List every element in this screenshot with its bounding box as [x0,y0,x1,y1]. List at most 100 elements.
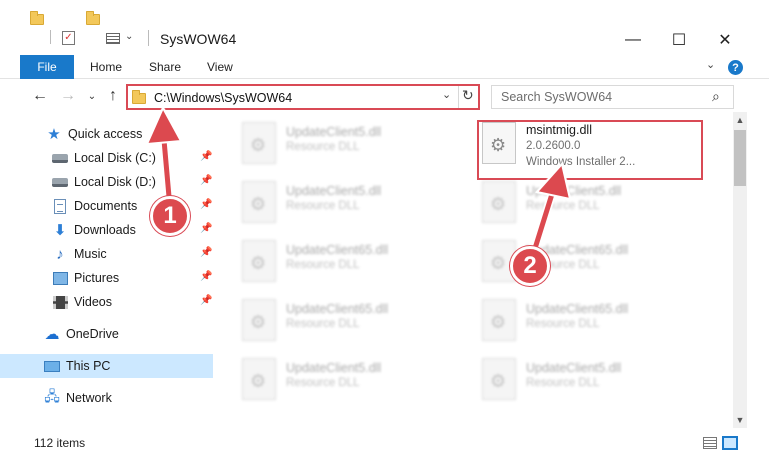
forward-button[interactable]: → [58,86,78,106]
scroll-down-icon[interactable]: ▼ [733,412,747,428]
item-count: 112 items [34,436,86,450]
sidebar-item-label: Network [66,391,112,405]
dll-file-icon [482,181,516,223]
address-separator [458,86,459,108]
file-type: Resource DLL [526,200,600,212]
navigation-pane: ★ Quick access Local Disk (C:) 📌 Local D… [0,118,213,424]
search-box[interactable]: Search SysWOW64 ⌕ [491,85,734,109]
dll-file-icon [242,240,276,282]
sidebar-item-label: OneDrive [66,327,119,341]
dll-file-icon [242,358,276,400]
folder-icon [132,89,146,104]
file-name: UpdateClient5.dll [286,184,382,198]
file-item[interactable]: UpdateClient5.dll Resource DLL [478,175,698,227]
address-bar[interactable]: C:\Windows\SysWOW64 ⌄ ↻ [126,84,480,110]
disk-icon [52,174,68,190]
large-icons-view-icon[interactable] [722,436,738,450]
ribbon-expand-icon[interactable]: ⌄ [706,58,715,71]
document-icon [52,198,68,214]
file-type: Resource DLL [286,259,360,271]
file-name: UpdateClient5.dll [286,125,382,139]
sidebar-item-label: Pictures [74,271,120,285]
dll-file-icon [482,299,516,341]
pin-icon: 📌 [200,247,213,258]
dll-file-icon [482,358,516,400]
details-view-icon[interactable] [703,437,717,449]
scroll-thumb[interactable] [734,130,746,186]
back-button[interactable]: ← [30,86,50,106]
sidebar-item-local-disk-d[interactable]: Local Disk (D:) 📌 [0,170,213,194]
file-name: UpdateClient5.dll [526,361,622,375]
sidebar-item-onedrive[interactable]: ☁ OneDrive [0,322,213,346]
disk-icon [52,150,68,166]
tab-share[interactable]: Share [149,55,181,79]
folder-icon [30,8,44,30]
file-item[interactable]: UpdateClient65.dll Resource DLL [238,293,458,345]
up-button[interactable]: ↑ [103,86,123,106]
sidebar-item-local-disk-c[interactable]: Local Disk (C:) 📌 [0,146,213,170]
file-item[interactable]: UpdateClient5.dll Resource DLL [238,175,458,227]
dll-file-icon [242,122,276,164]
window-title: SysWOW64 [160,31,237,47]
file-name: UpdateClient65.dll [526,302,629,316]
file-item[interactable]: UpdateClient5.dll Resource DLL [478,352,698,404]
sidebar-item-label: Quick access [68,127,143,141]
step-badge-1: 1 [150,196,190,236]
sidebar-item-videos[interactable]: Videos 📌 [0,290,213,314]
address-dropdown-icon[interactable]: ⌄ [442,88,451,101]
view-options-icon[interactable] [106,33,120,44]
file-name: UpdateClient5.dll [526,184,622,198]
file-type: Resource DLL [286,318,360,330]
sidebar-item-label: Local Disk (C:) [74,151,156,165]
file-name: UpdateClient5.dll [286,361,382,375]
pc-icon [44,358,60,374]
sidebar-item-label: Documents [74,199,138,213]
file-item[interactable]: UpdateClient65.dll Resource DLL [478,293,698,345]
videos-icon [52,294,68,310]
file-type: Resource DLL [286,141,360,153]
tab-view[interactable]: View [207,55,233,79]
sidebar-item-network[interactable]: 🖧 Network [0,386,213,410]
cloud-icon: ☁ [44,326,60,343]
music-icon: ♪ [56,245,64,263]
pin-icon: 📌 [200,295,213,306]
recent-locations-button[interactable]: ⌄ [82,86,102,106]
maximize-button[interactable]: ☐ [656,27,702,53]
scroll-up-icon[interactable]: ▲ [733,112,747,128]
step-badge-2: 2 [510,246,550,286]
properties-icon[interactable]: ✓ [62,31,75,45]
sidebar-item-this-pc[interactable]: This PC [0,354,213,378]
new-folder-icon[interactable] [86,8,100,30]
file-name: UpdateClient65.dll [286,302,389,316]
toolbar-separator [50,30,51,44]
search-icon[interactable]: ⌕ [712,88,720,105]
customize-toolbar-icon[interactable]: ⌄ [125,31,133,42]
sidebar-item-quick-access[interactable]: ★ Quick access [0,122,213,146]
file-type: Resource DLL [526,318,600,330]
sidebar-item-pictures[interactable]: Pictures 📌 [0,266,213,290]
tab-file[interactable]: File [20,55,74,79]
file-type: Resource DLL [526,377,600,389]
pin-icon: 📌 [200,199,213,210]
sidebar-item-music[interactable]: ♪ Music 📌 [0,242,213,266]
sidebar-item-label: Videos [74,295,112,309]
dll-file-icon [242,181,276,223]
file-item[interactable]: UpdateClient65.dll Resource DLL [238,234,458,286]
file-type: Resource DLL [286,200,360,212]
pin-icon: 📌 [200,175,213,186]
search-input[interactable]: Search SysWOW64 [501,90,612,104]
pin-icon: 📌 [200,151,213,162]
address-path[interactable]: C:\Windows\SysWOW64 [154,91,292,105]
refresh-icon[interactable]: ↻ [462,87,474,104]
close-button[interactable]: ✕ [702,27,748,53]
sidebar-item-label: This PC [66,359,111,373]
tab-home[interactable]: Home [90,55,122,79]
network-icon: 🖧 [44,388,60,404]
help-icon[interactable]: ? [728,60,743,75]
vertical-scrollbar[interactable]: ▲ ▼ [733,112,747,428]
file-type: Resource DLL [286,377,360,389]
file-item[interactable]: UpdateClient5.dll Resource DLL [238,116,458,168]
file-name: UpdateClient65.dll [286,243,389,257]
file-item[interactable]: UpdateClient5.dll Resource DLL [238,352,458,404]
minimize-button[interactable]: — [610,27,656,53]
